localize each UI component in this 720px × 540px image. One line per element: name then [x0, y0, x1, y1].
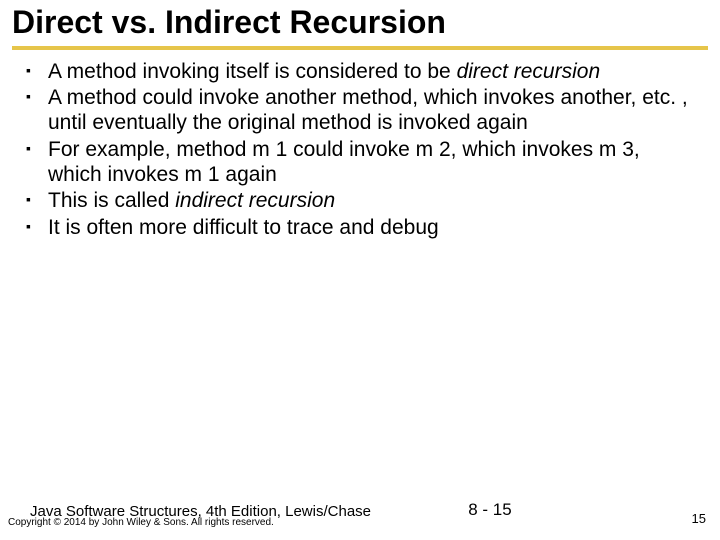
copyright-text: Copyright © 2014 by John Wiley & Sons. A… — [8, 517, 274, 528]
title-underline — [12, 46, 708, 50]
page-number-right: 15 — [692, 511, 706, 526]
footer: Java Software Structures, 4th Edition, L… — [0, 498, 720, 532]
bullet-2-text: A method could invoke another method, wh… — [48, 86, 688, 134]
page-number-center: 8 - 15 — [468, 500, 511, 520]
slide: Direct vs. Indirect Recursion A method i… — [0, 0, 720, 540]
bullet-1: A method invoking itself is considered t… — [22, 60, 698, 85]
bullet-1-term: direct recursion — [457, 60, 601, 83]
bullet-3: For example, method m 1 could invoke m 2… — [22, 138, 698, 188]
bullet-4: This is called indirect recursion — [22, 189, 698, 214]
bullet-5-text: It is often more difficult to trace and … — [48, 216, 439, 239]
bullet-4-text: This is called — [48, 189, 175, 212]
bullet-1-text: A method invoking itself is considered t… — [48, 60, 457, 83]
slide-title: Direct vs. Indirect Recursion — [12, 6, 708, 40]
title-wrap: Direct vs. Indirect Recursion — [0, 0, 720, 40]
bullet-4-term: indirect recursion — [175, 189, 335, 212]
bullet-3-text: For example, method m 1 could invoke m 2… — [48, 138, 640, 186]
bullet-2: A method could invoke another method, wh… — [22, 86, 698, 136]
bullet-5: It is often more difficult to trace and … — [22, 216, 698, 241]
bullet-list: A method invoking itself is considered t… — [22, 60, 698, 241]
slide-body: A method invoking itself is considered t… — [0, 60, 720, 241]
